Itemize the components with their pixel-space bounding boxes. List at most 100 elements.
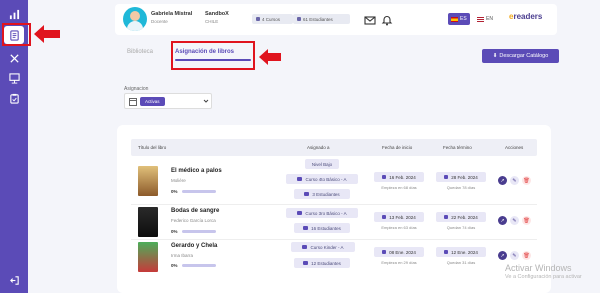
- arrow-left-icon: [34, 25, 60, 43]
- end-date-note: Quedan 74 días: [446, 225, 476, 230]
- progress-bar: [182, 230, 216, 233]
- delete-button[interactable]: 🗑: [522, 251, 531, 260]
- progress-bar: [182, 190, 216, 193]
- delete-button[interactable]: 🗑: [522, 176, 531, 185]
- book-cover[interactable]: [138, 207, 158, 237]
- delete-button[interactable]: 🗑: [522, 216, 531, 225]
- folder-icon: [297, 211, 303, 215]
- students-icon: [297, 17, 301, 21]
- table-row[interactable]: Bodas de sangre Federico García Lorca 0%…: [131, 205, 537, 240]
- progress-percent: 0%: [171, 263, 178, 268]
- windows-watermark-subtitle: Ve a Configuración para activar: [505, 274, 582, 280]
- students-icon: [303, 226, 309, 230]
- students-tag[interactable]: 16 Estudiantes: [294, 223, 350, 233]
- filter-chip: Activas: [140, 97, 165, 106]
- calendar-icon: [382, 215, 387, 219]
- calendar-icon: [382, 250, 387, 254]
- books-table-card: Título del libro Asignado a Fecha de ini…: [117, 125, 551, 293]
- bell-icon[interactable]: [381, 13, 393, 26]
- stats-button[interactable]: ↗: [498, 251, 507, 260]
- level-badge: Nivel Bajo: [305, 159, 339, 169]
- start-date: 13 Feb. 2024: [374, 212, 424, 222]
- course-tag[interactable]: Curso 4to Básico - A: [286, 174, 358, 184]
- edit-button[interactable]: ✎: [510, 176, 519, 185]
- start-date-note: Empieza en 29 días: [381, 260, 417, 265]
- calendar-icon: [382, 175, 387, 179]
- start-date: 08 Ene. 2024: [374, 247, 424, 257]
- table-row[interactable]: El médico a palos Molière 0% Nivel Bajo …: [131, 159, 537, 205]
- stats-button[interactable]: ↗: [498, 216, 507, 225]
- progress-bar: [182, 264, 216, 267]
- students-tag[interactable]: 3 Estudiantes: [294, 189, 350, 199]
- spain-flag-icon: [451, 16, 458, 22]
- book-cover[interactable]: [138, 166, 158, 196]
- start-date: 16 Feb. 2024: [374, 172, 424, 182]
- edit-button[interactable]: ✎: [510, 216, 519, 225]
- students-icon: [303, 261, 309, 265]
- course-tag[interactable]: Curso Kinder - A: [291, 242, 355, 252]
- course-tag[interactable]: Curso 3ro Básico - A: [286, 208, 358, 218]
- stats-button[interactable]: ↗: [498, 176, 507, 185]
- usa-flag-icon: [477, 16, 484, 22]
- arrow-left-icon: [259, 49, 281, 65]
- clipboard-icon[interactable]: [6, 90, 22, 106]
- presentation-icon[interactable]: [6, 70, 22, 86]
- end-date: 28 Feb. 2024: [436, 172, 486, 182]
- book-cover[interactable]: [138, 242, 158, 272]
- table-header: Título del libro Asignado a Fecha de ini…: [131, 139, 537, 156]
- sidebar-highlight-box: [2, 23, 31, 46]
- book-title[interactable]: Bodas de sangre: [171, 208, 219, 214]
- header-title: Título del libro: [138, 145, 167, 150]
- school-country: CHILE: [205, 19, 219, 24]
- book-title[interactable]: El médico a palos: [171, 168, 222, 174]
- tools-icon[interactable]: [6, 50, 22, 66]
- end-date: 22 Feb. 2024: [436, 212, 486, 222]
- folder-icon: [302, 245, 308, 249]
- students-icon: [304, 192, 310, 196]
- end-date-note: Quedan 31 días: [446, 260, 476, 265]
- start-date-note: Empieza en 68 días: [381, 185, 417, 190]
- courses-badge: 4 Cursos: [252, 14, 293, 24]
- app-logo: ereaders: [509, 12, 543, 21]
- end-date-note: Quedan 78 días: [446, 185, 476, 190]
- header-assigned: Asignado a: [307, 145, 330, 150]
- assignment-select[interactable]: Activas: [124, 93, 212, 109]
- progress-percent: 0%: [171, 189, 178, 194]
- book-author: Irma Ibarra: [171, 253, 194, 258]
- folder-icon: [297, 177, 303, 181]
- header-actions: Acciones: [505, 145, 524, 150]
- download-catalog-button[interactable]: ⬇ Descargar Catálogo: [482, 49, 559, 63]
- book-author: Federico García Lorca: [171, 218, 216, 223]
- progress-percent: 0%: [171, 229, 178, 234]
- lang-es-button[interactable]: ES: [448, 13, 470, 25]
- tab-library[interactable]: Biblioteca: [127, 49, 153, 55]
- user-role: Docente: [151, 19, 168, 24]
- calendar-icon: [129, 98, 137, 106]
- tab-highlight-box: [171, 41, 255, 70]
- calendar-icon: [444, 250, 449, 254]
- edit-button[interactable]: ✎: [510, 251, 519, 260]
- header-end: Fecha término: [443, 145, 472, 150]
- logout-icon[interactable]: [6, 272, 22, 288]
- mail-icon[interactable]: [364, 13, 376, 25]
- students-tag[interactable]: 12 Estudiantes: [294, 258, 350, 268]
- table-row[interactable]: Gerardo y Chela Irma Ibarra 0% Curso Kin…: [131, 240, 537, 275]
- top-bar: Gabriela Mistral Docente SandboX CHILE 4…: [115, 4, 557, 35]
- book-author: Molière: [171, 178, 186, 183]
- course-icon: [256, 17, 260, 21]
- windows-watermark-title: Activar Windows: [505, 263, 572, 273]
- school-name: SandboX: [205, 11, 229, 17]
- filter-label: Asignacion: [124, 86, 149, 92]
- start-date-note: Empieza en 63 días: [381, 225, 417, 230]
- header-start: Fecha de inicio: [382, 145, 413, 150]
- chevron-down-icon: [203, 99, 209, 103]
- book-title[interactable]: Gerardo y Chela: [171, 243, 217, 249]
- end-date: 12 Ene. 2024: [436, 247, 486, 257]
- bar-chart-icon[interactable]: [6, 6, 22, 22]
- lang-en-button[interactable]: EN: [474, 13, 496, 25]
- students-badge: 61 Estudiantes: [293, 14, 350, 24]
- avatar[interactable]: [123, 7, 147, 31]
- calendar-icon: [444, 175, 449, 179]
- download-icon: ⬇: [492, 53, 498, 59]
- user-name: Gabriela Mistral: [151, 11, 193, 17]
